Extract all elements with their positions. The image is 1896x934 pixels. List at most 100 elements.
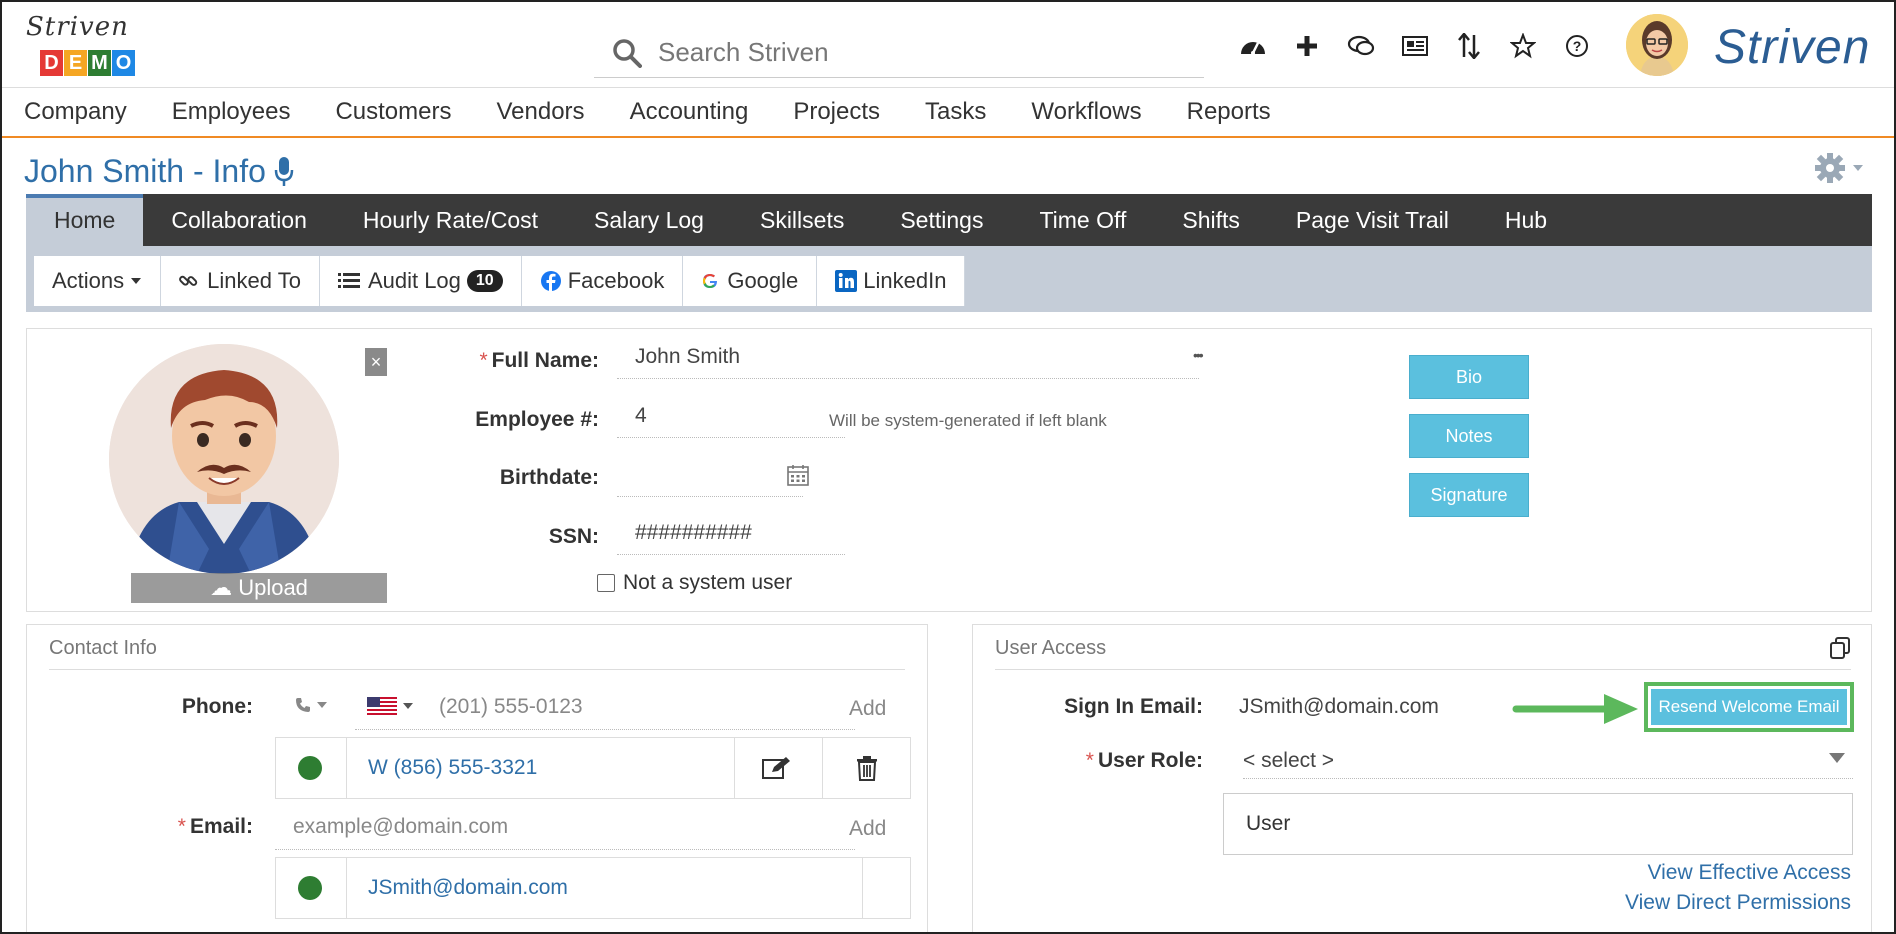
email-label-text: Email:	[189, 815, 253, 838]
add-email-button[interactable]: Add	[849, 817, 886, 841]
sub-toolbar-buttons: Actions Linked To Audit Log 10 Facebook …	[34, 256, 966, 306]
email-input[interactable]: example@domain.com	[293, 815, 508, 839]
employee-number-label: Employee #:	[475, 408, 599, 431]
search-input[interactable]	[658, 37, 1158, 68]
phone-input[interactable]: (201) 555-0123	[439, 695, 583, 719]
nav-customers[interactable]: Customers	[335, 98, 451, 126]
brand-logo[interactable]: Striven	[1714, 20, 1870, 75]
link-icon	[179, 275, 198, 286]
sign-in-email-value: JSmith@domain.com	[1239, 695, 1439, 718]
remove-photo-button[interactable]: ×	[365, 348, 387, 376]
star-icon[interactable]	[1507, 30, 1539, 62]
nav-tasks[interactable]: Tasks	[925, 98, 986, 126]
email-label: * Email:	[67, 815, 253, 839]
view-direct-permissions-link[interactable]: View Direct Permissions	[1625, 891, 1851, 915]
tab-hourly-rate[interactable]: Hourly Rate/Cost	[335, 194, 566, 246]
nav-employees[interactable]: Employees	[172, 98, 291, 126]
demo-logo[interactable]: Striven D E M O	[26, 12, 146, 78]
microphone-icon[interactable]	[274, 155, 294, 187]
phone-type-dropdown[interactable]	[295, 697, 327, 713]
tab-page-visit-trail[interactable]: Page Visit Trail	[1268, 194, 1477, 246]
user-role-selected: < select >	[1243, 749, 1335, 772]
resend-welcome-email-button[interactable]: Resend Welcome Email	[1651, 689, 1847, 725]
profile-photo-area: ☁ Upload ×	[85, 344, 387, 603]
chevron-down-icon	[1853, 165, 1863, 171]
phone-country-picker[interactable]	[367, 697, 413, 715]
gear-icon	[1815, 153, 1845, 183]
google-button[interactable]: Google	[683, 256, 818, 306]
google-label: Google	[727, 268, 799, 293]
contact-info-panel: Contact Info Phone: (201) 555-0123 Add W…	[26, 624, 928, 932]
not-system-user-checkbox[interactable]	[597, 574, 615, 592]
required-marker: *	[1085, 749, 1094, 772]
user-avatar[interactable]	[1626, 14, 1688, 76]
ssn-field[interactable]: ##########	[617, 515, 845, 555]
nav-projects[interactable]: Projects	[793, 98, 880, 126]
top-header: Striven D E M O Search Striven ? Striven	[2, 2, 1894, 88]
nav-company[interactable]: Company	[24, 98, 127, 126]
copy-icon[interactable]	[1829, 637, 1851, 659]
tab-time-off[interactable]: Time Off	[1011, 194, 1154, 246]
chat-icon[interactable]	[1345, 30, 1377, 62]
phone-entry-link[interactable]: W (856) 555-3321	[368, 756, 537, 780]
logo-letter: O	[112, 50, 135, 76]
phone-label: Phone:	[181, 695, 253, 718]
tab-bar: Home Collaboration Hourly Rate/Cost Sala…	[26, 194, 1872, 246]
birthdate-field[interactable]	[617, 457, 803, 497]
upload-photo-button[interactable]: ☁ Upload	[131, 573, 387, 603]
email-entry-link[interactable]: JSmith@domain.com	[368, 876, 568, 900]
email-entry-row: JSmith@domain.com	[275, 857, 911, 919]
row-divider	[346, 738, 347, 798]
google-icon	[703, 274, 718, 288]
logo-letter: E	[64, 50, 87, 76]
tab-settings[interactable]: Settings	[872, 194, 1011, 246]
trash-icon[interactable]	[856, 755, 878, 781]
notes-button[interactable]: Notes	[1409, 414, 1529, 458]
nav-accounting[interactable]: Accounting	[630, 98, 749, 126]
sort-icon[interactable]	[1453, 30, 1485, 62]
tab-shifts[interactable]: Shifts	[1154, 194, 1268, 246]
panel-divider	[995, 669, 1851, 670]
full-name-field[interactable]: John Smith	[617, 339, 1199, 379]
dashboard-icon[interactable]	[1237, 30, 1269, 62]
nav-reports[interactable]: Reports	[1187, 98, 1271, 126]
user-role-select[interactable]: < select >	[1243, 739, 1853, 779]
tab-collaboration[interactable]: Collaboration	[143, 194, 335, 246]
nav-vendors[interactable]: Vendors	[496, 98, 584, 126]
tab-salary-log[interactable]: Salary Log	[566, 194, 732, 246]
employee-number-field[interactable]: 4	[617, 398, 845, 438]
tab-hub[interactable]: Hub	[1477, 194, 1575, 246]
help-icon[interactable]: ?	[1561, 30, 1593, 62]
calendar-icon[interactable]	[787, 464, 809, 486]
tab-skillsets[interactable]: Skillsets	[732, 194, 872, 246]
phone-icon	[296, 698, 310, 712]
page-settings-menu[interactable]	[1814, 152, 1864, 184]
view-effective-access-link[interactable]: View Effective Access	[1648, 861, 1852, 885]
more-options-icon[interactable]: •••	[1193, 347, 1204, 363]
bio-button[interactable]: Bio	[1409, 355, 1529, 399]
user-role-label: * User Role:	[1033, 749, 1203, 773]
user-role-option[interactable]: User	[1246, 812, 1290, 836]
upload-label: Upload	[238, 575, 308, 600]
linkedin-label: LinkedIn	[863, 268, 947, 293]
phone-input-underline	[355, 729, 855, 730]
user-role-label-text: User Role:	[1097, 749, 1203, 772]
audit-log-button[interactable]: Audit Log 10	[319, 256, 522, 306]
add-phone-button[interactable]: Add	[849, 697, 886, 721]
nav-workflows[interactable]: Workflows	[1031, 98, 1141, 126]
tab-home[interactable]: Home	[26, 194, 144, 246]
primary-status-dot	[298, 756, 322, 780]
user-access-title: User Access	[995, 637, 1107, 659]
actions-dropdown[interactable]: Actions	[34, 256, 162, 306]
search-bar[interactable]	[594, 28, 1204, 78]
signature-button[interactable]: Signature	[1409, 473, 1529, 517]
linked-to-button[interactable]: Linked To	[161, 256, 320, 306]
edit-icon[interactable]	[762, 756, 792, 780]
page-title: John Smith - Info	[24, 152, 266, 189]
profile-photo[interactable]	[109, 344, 339, 574]
facebook-button[interactable]: Facebook	[521, 256, 684, 306]
ssn-label: SSN:	[548, 525, 599, 548]
linkedin-button[interactable]: LinkedIn	[817, 256, 966, 306]
plus-icon[interactable]	[1291, 30, 1323, 62]
news-icon[interactable]	[1399, 30, 1431, 62]
